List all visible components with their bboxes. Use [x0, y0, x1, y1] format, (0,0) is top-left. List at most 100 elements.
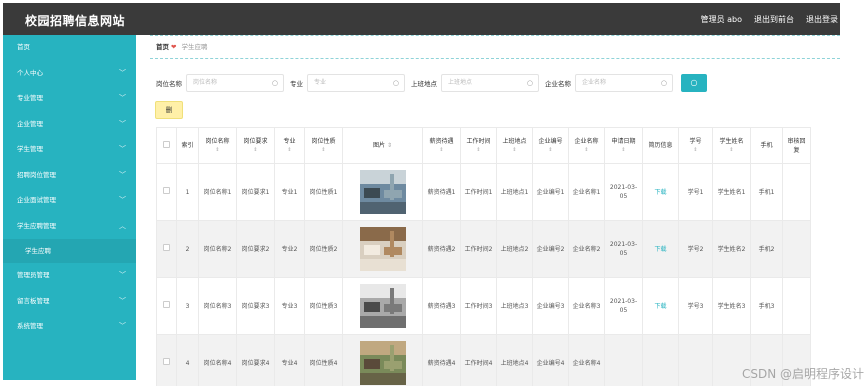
cell-text: 2021-03-05	[609, 184, 638, 200]
row-checkbox[interactable]	[163, 244, 170, 251]
sort-icon[interactable]: ⇕	[385, 142, 392, 149]
column-header-label: 学生姓名	[719, 137, 744, 145]
sort-icon[interactable]: ⇕	[681, 146, 710, 155]
sort-icon[interactable]: ⇕	[571, 146, 602, 155]
table-cell: 岗位性质4	[304, 334, 343, 386]
table-cell: 下载	[642, 163, 679, 221]
search-icon: ○	[690, 78, 698, 87]
sidebar-item-3[interactable]: 企业管理 ﹀	[3, 112, 136, 138]
sort-icon[interactable]: ⇕	[463, 146, 494, 155]
sidebar-item-9[interactable]: 留言板管理 ﹀	[3, 289, 136, 315]
sort-icon[interactable]: ⇕	[535, 146, 566, 155]
column-header-1[interactable]: 索引	[176, 127, 199, 164]
delete-button[interactable]: 删	[155, 101, 183, 119]
resume-download-link[interactable]: 下载	[654, 303, 666, 310]
column-header-5[interactable]: 岗位性质 ⇕	[304, 127, 343, 164]
search-input-company[interactable]: 企业名称 ○	[575, 74, 673, 92]
cell-text: 学生姓名1	[717, 188, 746, 196]
column-header-16[interactable]: 手机	[750, 127, 783, 164]
breadcrumb: 首页 ❤ 学生应聘	[150, 35, 840, 59]
table-cell: 工作时间1	[460, 163, 497, 221]
sidebar: 首页 个人中心 ﹀ 专业管理 ﹀ 企业管理 ﹀ 学生管理 ﹀ 招聘岗位管理 ﹀ 企业面试管理 ﹀ 学生应聘…	[3, 35, 136, 380]
office-photo	[359, 227, 406, 271]
sidebar-item-label: 企业面试管理	[17, 196, 56, 204]
sort-icon[interactable]: ⇕	[715, 146, 748, 155]
column-header-11[interactable]: 企业名称 ⇕	[568, 127, 605, 164]
table-cell: 手机2	[750, 220, 783, 278]
column-header-label: 岗位性质	[311, 137, 336, 145]
search-bar: 岗位名称 岗位名称 ○ 专业 专业 ○ 上班地点 上班地点 ○ 企业名称 企业名称 ○ …	[150, 73, 707, 93]
row-checkbox[interactable]	[163, 358, 170, 365]
search-button[interactable]: ○	[681, 74, 707, 92]
column-header-3[interactable]: 岗位要求 ⇕	[236, 127, 275, 164]
sidebar-item-4[interactable]: 学生管理 ﹀	[3, 137, 136, 163]
cell-text: 工作时间2	[464, 245, 493, 253]
column-header-2[interactable]: 岗位名称 ⇕	[198, 127, 237, 164]
sort-icon[interactable]: ⇕	[499, 146, 530, 155]
cell-text: 学号3	[687, 302, 704, 310]
table-cell	[782, 277, 811, 335]
table-row[interactable]: 4 岗位名称4 岗位要求4 专业4 岗位性质4 薪资待遇4 工作时间4 上班地点4 企业编号4 企…	[156, 334, 811, 386]
search-input-major[interactable]: 专业 ○	[307, 74, 405, 92]
sort-icon[interactable]: ⇕	[277, 146, 302, 155]
chevron-down-icon: ﹀	[119, 94, 126, 102]
table-cell: 岗位名称1	[198, 163, 237, 221]
column-header-0[interactable]	[156, 127, 177, 164]
row-checkbox[interactable]	[163, 301, 170, 308]
sidebar-item-5[interactable]: 招聘岗位管理 ﹀	[3, 163, 136, 189]
sidebar-item-label: 专业管理	[17, 94, 43, 102]
column-header-7[interactable]: 薪资待遇 ⇕	[422, 127, 461, 164]
column-header-10[interactable]: 企业编号 ⇕	[532, 127, 569, 164]
front-link[interactable]: 退出到前台	[754, 14, 794, 25]
cell-text: 薪资待遇1	[427, 188, 456, 196]
column-header-label: 岗位名称	[205, 137, 230, 145]
select-all-checkbox[interactable]	[163, 140, 170, 148]
logout-link[interactable]: 退出登录	[806, 14, 838, 25]
search-input-location[interactable]: 上班地点 ○	[441, 74, 539, 92]
cell-text: 上班地点2	[500, 245, 529, 253]
sidebar-item-6[interactable]: 企业面试管理 ﹀	[3, 188, 136, 214]
sidebar-item-2[interactable]: 专业管理 ﹀	[3, 86, 136, 112]
column-header-13[interactable]: 简历信息	[642, 127, 679, 164]
table-cell: 2021-03-05	[604, 220, 643, 278]
sort-icon[interactable]: ⇕	[201, 146, 234, 155]
table-row[interactable]: 3 岗位名称3 岗位要求3 专业3 岗位性质3 薪资待遇3 工作时间3 上班地点3 企业编号3 企…	[156, 277, 811, 335]
chevron-down-icon: ﹀	[119, 119, 126, 128]
sort-icon[interactable]: ⇕	[239, 146, 272, 155]
search-label-major: 专业	[290, 80, 303, 88]
column-header-17[interactable]: 审核回复	[782, 127, 811, 164]
table-cell: 薪资待遇4	[422, 334, 461, 386]
breadcrumb-home[interactable]: 首页	[156, 43, 169, 51]
cell-text: 上班地点4	[500, 359, 529, 367]
resume-download-link[interactable]: 下载	[654, 246, 666, 253]
column-header-4[interactable]: 专业 ⇕	[274, 127, 305, 164]
search-input-position[interactable]: 岗位名称 ○	[186, 74, 284, 92]
column-header-8[interactable]: 工作时间 ⇕	[460, 127, 497, 164]
table-row[interactable]: 1 岗位名称1 岗位要求1 专业1 岗位性质1 薪资待遇1 工作时间1 上班地点1 企业编号1 企…	[156, 163, 811, 221]
cell-text: 1	[185, 188, 190, 196]
sort-icon[interactable]: ⇕	[307, 146, 340, 155]
sidebar-item-7[interactable]: 学生应聘管理 ︿	[3, 214, 136, 240]
table-cell: 岗位名称3	[198, 277, 237, 335]
column-header-9[interactable]: 上班地点 ⇕	[496, 127, 533, 164]
cell-text: 2	[185, 245, 190, 253]
table-cell: 企业编号2	[532, 220, 569, 278]
applications-table: 索引 岗位名称 ⇕ 岗位要求 ⇕ 专业 ⇕ 岗位性质 ⇕ 图片 ⇕ 薪资待遇 ⇕ 工作时间 ⇕ 上班地点 ⇕ 企…	[156, 127, 811, 386]
resume-download-link[interactable]: 下载	[654, 189, 666, 196]
column-header-12[interactable]: 申请日期 ⇕	[604, 127, 643, 164]
table-cell: 手机1	[750, 163, 783, 221]
sidebar-item-8[interactable]: 管理员管理 ﹀	[3, 263, 136, 289]
column-header-label: 企业编号	[538, 137, 563, 145]
table-row[interactable]: 2 岗位名称2 岗位要求2 专业2 岗位性质2 薪资待遇2 工作时间2 上班地点2 企业编号2 企…	[156, 220, 811, 278]
column-header-15[interactable]: 学生姓名 ⇕	[712, 127, 751, 164]
sidebar-item-1[interactable]: 个人中心 ﹀	[3, 61, 136, 87]
sort-icon[interactable]: ⇕	[425, 146, 458, 155]
cell-text: 工作时间3	[464, 302, 493, 310]
sort-icon[interactable]: ⇕	[607, 146, 640, 155]
sidebar-item-0[interactable]: 首页	[3, 35, 136, 61]
sidebar-item-10[interactable]: 系统管理 ﹀	[3, 314, 136, 340]
column-header-6[interactable]: 图片 ⇕	[342, 127, 423, 164]
row-checkbox[interactable]	[163, 187, 170, 194]
column-header-14[interactable]: 学号 ⇕	[678, 127, 713, 164]
sidebar-subitem-student-application[interactable]: 学生应聘	[3, 239, 136, 263]
